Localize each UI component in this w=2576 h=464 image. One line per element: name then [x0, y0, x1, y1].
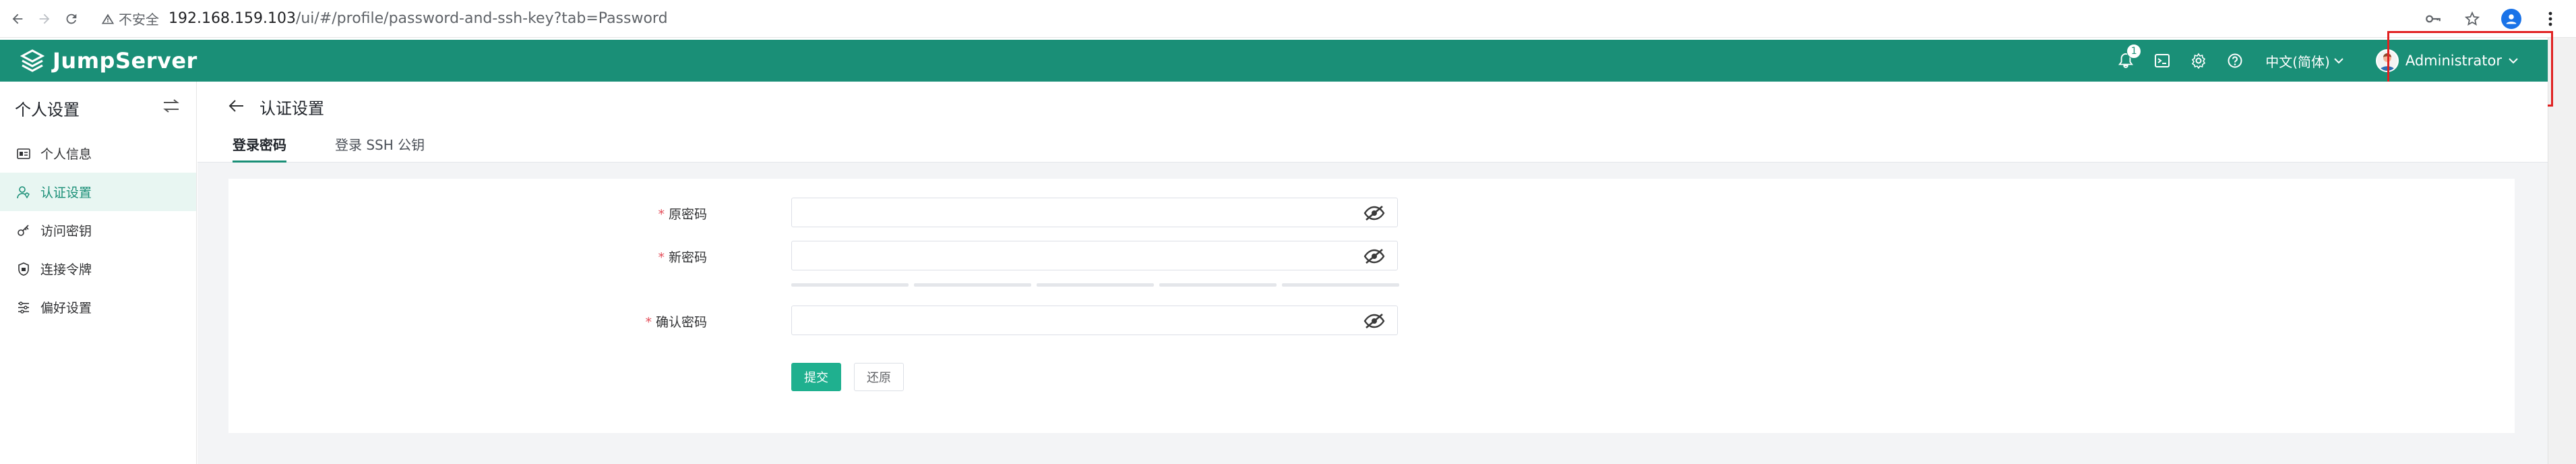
id-card-icon: [16, 146, 31, 161]
gear-icon: [2192, 53, 2206, 69]
user-menu[interactable]: Administrator: [2375, 49, 2518, 72]
reload-icon[interactable]: [58, 5, 85, 32]
strength-segment: [1037, 283, 1154, 287]
language-selector[interactable]: 中文(简体): [2265, 51, 2343, 71]
sidebar-item-label: 偏好设置: [40, 301, 92, 316]
sliders-icon: [16, 300, 31, 315]
sidebar-item-preferences[interactable]: 偏好设置: [0, 288, 196, 326]
help-circle-icon: [2228, 53, 2242, 68]
sidebar-item-label: 个人信息: [40, 147, 92, 162]
jumpserver-logo-icon: [20, 49, 44, 72]
help-button[interactable]: [2217, 40, 2253, 82]
confirm-password-input[interactable]: [791, 306, 1398, 335]
submit-button[interactable]: 提交: [791, 363, 841, 391]
strength-segment: [1282, 283, 1399, 287]
new-password-label: * 新密码: [437, 248, 707, 266]
language-label: 中文(简体): [2265, 53, 2330, 70]
avatar: [2375, 49, 2399, 72]
page-scrollbar[interactable]: [2548, 38, 2576, 464]
browser-menu-icon[interactable]: [2538, 7, 2563, 31]
back-arrow-icon[interactable]: [228, 97, 245, 117]
sidebar-item-label: 访问密钥: [40, 224, 92, 239]
web-terminal-button[interactable]: [2144, 40, 2180, 82]
sidebar-item-label: 认证设置: [40, 185, 92, 200]
notification-button[interactable]: 1: [2108, 40, 2144, 82]
page-header: 认证设置 登录密码 登录 SSH 公钥: [197, 82, 2548, 163]
logo-text: JumpServer: [53, 48, 197, 74]
url-host: 192.168.159.103: [168, 10, 296, 27]
switch-view-icon[interactable]: [162, 98, 180, 118]
back-icon[interactable]: [4, 5, 31, 32]
confirm-password-label-text: 确认密码: [655, 315, 707, 330]
required-mark: *: [645, 315, 652, 330]
main-content: 认证设置 登录密码 登录 SSH 公钥 * 原密码 * 新密码 * 确认密码 提…: [197, 82, 2548, 464]
notification-badge: 1: [2126, 44, 2142, 59]
tab-ssh-public-key[interactable]: 登录 SSH 公钥: [335, 132, 425, 163]
terminal-icon: [2155, 54, 2170, 67]
sidebar-item-connection-token[interactable]: 连接令牌: [0, 250, 196, 288]
sidebar-header: 个人设置: [0, 82, 196, 134]
chevron-down-icon: [2509, 58, 2518, 64]
strength-segment: [914, 283, 1031, 287]
settings-button[interactable]: [2180, 40, 2217, 82]
password-strength-meter: [791, 283, 1399, 287]
confirm-password-label: * 确认密码: [437, 312, 707, 330]
old-password-input[interactable]: [791, 198, 1398, 227]
token-icon: [16, 262, 31, 277]
url-text[interactable]: 192.168.159.103/ui/#/profile/password-an…: [168, 10, 668, 27]
sidebar-item-profile-info[interactable]: 个人信息: [0, 134, 196, 173]
user-shield-icon: [16, 185, 31, 200]
breadcrumb: 认证设置: [228, 95, 324, 119]
eye-off-icon[interactable]: [1363, 312, 1385, 330]
url-path: /ui/#/profile/password-and-ssh-key?tab=P…: [295, 10, 668, 27]
new-password-input[interactable]: [791, 241, 1398, 270]
old-password-label: * 原密码: [437, 204, 707, 223]
reset-button[interactable]: 还原: [854, 363, 904, 391]
tab-bar: 登录密码 登录 SSH 公钥: [233, 132, 425, 163]
password-form-card: * 原密码 * 新密码 * 确认密码 提交 还原: [228, 179, 2515, 433]
chevron-down-icon: [2334, 58, 2343, 64]
strength-segment: [791, 283, 909, 287]
forward-icon[interactable]: [31, 5, 58, 32]
key-icon: [16, 223, 31, 238]
eye-off-icon[interactable]: [1363, 247, 1385, 266]
insecure-label: 不安全: [119, 11, 159, 28]
insecure-indicator[interactable]: 不安全: [94, 9, 168, 28]
sidebar-item-auth-settings[interactable]: 认证设置: [0, 173, 196, 211]
required-mark: *: [658, 207, 665, 222]
profile-icon[interactable]: [2499, 7, 2523, 31]
sidebar: 个人设置 个人信息 认证设置 访问密钥 连接令牌 偏好设置: [0, 82, 197, 464]
page-title: 认证设置: [259, 99, 324, 118]
old-password-label-text: 原密码: [668, 207, 707, 222]
tab-login-password[interactable]: 登录密码: [233, 132, 286, 163]
strength-segment: [1159, 283, 1277, 287]
app-header: JumpServer 1 中文(简体) Administrator: [0, 40, 2548, 82]
sidebar-title: 个人设置: [15, 100, 80, 119]
sidebar-item-access-key[interactable]: 访问密钥: [0, 211, 196, 250]
required-mark: *: [658, 250, 665, 265]
bookmark-star-icon[interactable]: [2460, 7, 2484, 31]
app-logo[interactable]: JumpServer: [20, 48, 197, 74]
browser-toolbar: 不安全 192.168.159.103/ui/#/profile/passwor…: [0, 0, 2576, 38]
sidebar-item-label: 连接令牌: [40, 262, 92, 277]
eye-off-icon[interactable]: [1363, 204, 1385, 223]
username-label: Administrator: [2405, 53, 2502, 69]
password-key-icon[interactable]: [2421, 7, 2445, 31]
new-password-label-text: 新密码: [668, 250, 707, 265]
address-bar[interactable]: 不安全 192.168.159.103/ui/#/profile/passwor…: [94, 5, 668, 32]
warning-icon: [101, 13, 115, 24]
